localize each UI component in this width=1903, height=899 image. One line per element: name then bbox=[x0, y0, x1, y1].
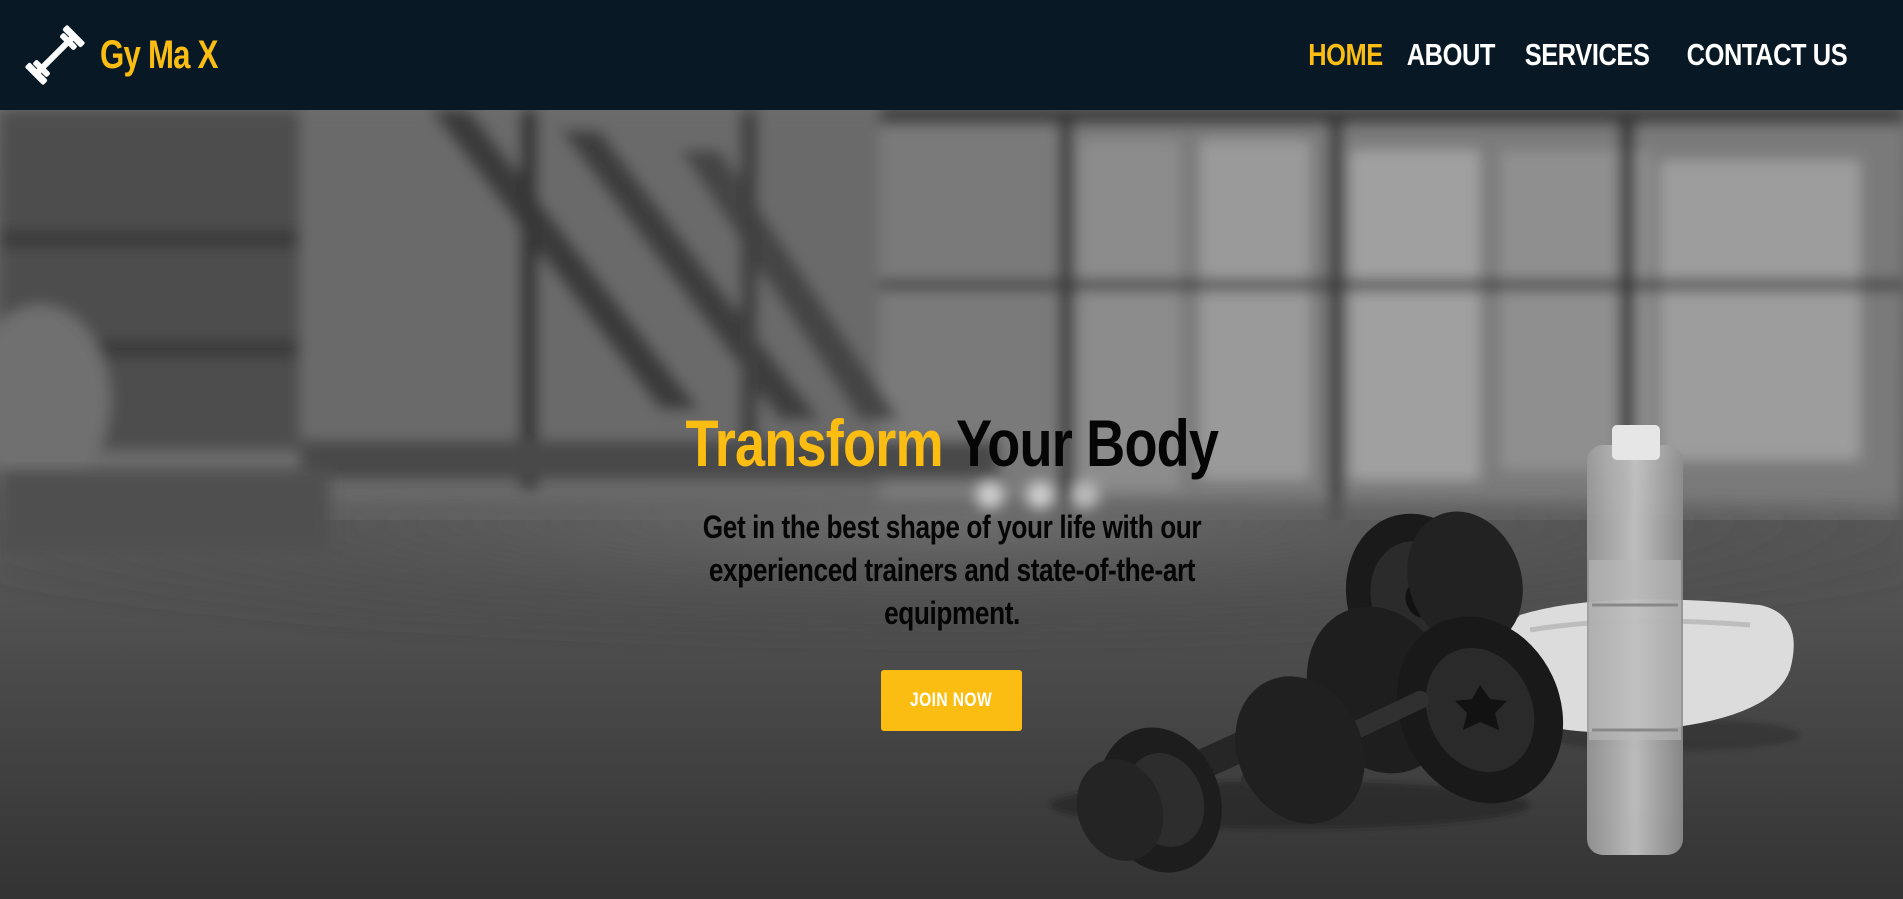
top-navbar: Gy Ma X HOME ABOUT SERVICES CONTACT US bbox=[0, 0, 1903, 110]
hero-subtitle: Get in the best shape of your life with … bbox=[702, 509, 1201, 631]
join-now-label: JOIN NOW bbox=[910, 689, 993, 711]
hero-content: Transform Your Body Get in the best shap… bbox=[0, 410, 1903, 731]
nav-link-home[interactable]: HOME bbox=[1308, 37, 1383, 73]
dumbbell-icon bbox=[25, 25, 85, 85]
nav-link-about[interactable]: ABOUT bbox=[1407, 37, 1496, 73]
brand-name: Gy Ma X bbox=[100, 32, 218, 77]
hero-section: Transform Your Body Get in the best shap… bbox=[0, 110, 1903, 899]
hero-title: Transform Your Body bbox=[685, 410, 1219, 476]
join-now-button[interactable]: JOIN NOW bbox=[881, 670, 1022, 731]
brand-logo[interactable]: Gy Ma X bbox=[22, 22, 251, 88]
hero-title-accent: Transform bbox=[685, 406, 943, 480]
hero-title-rest: Your Body bbox=[942, 406, 1219, 480]
main-nav: HOME ABOUT SERVICES CONTACT US bbox=[1308, 37, 1853, 73]
nav-link-services[interactable]: SERVICES bbox=[1525, 37, 1650, 73]
nav-link-contact-us[interactable]: CONTACT US bbox=[1687, 37, 1848, 73]
